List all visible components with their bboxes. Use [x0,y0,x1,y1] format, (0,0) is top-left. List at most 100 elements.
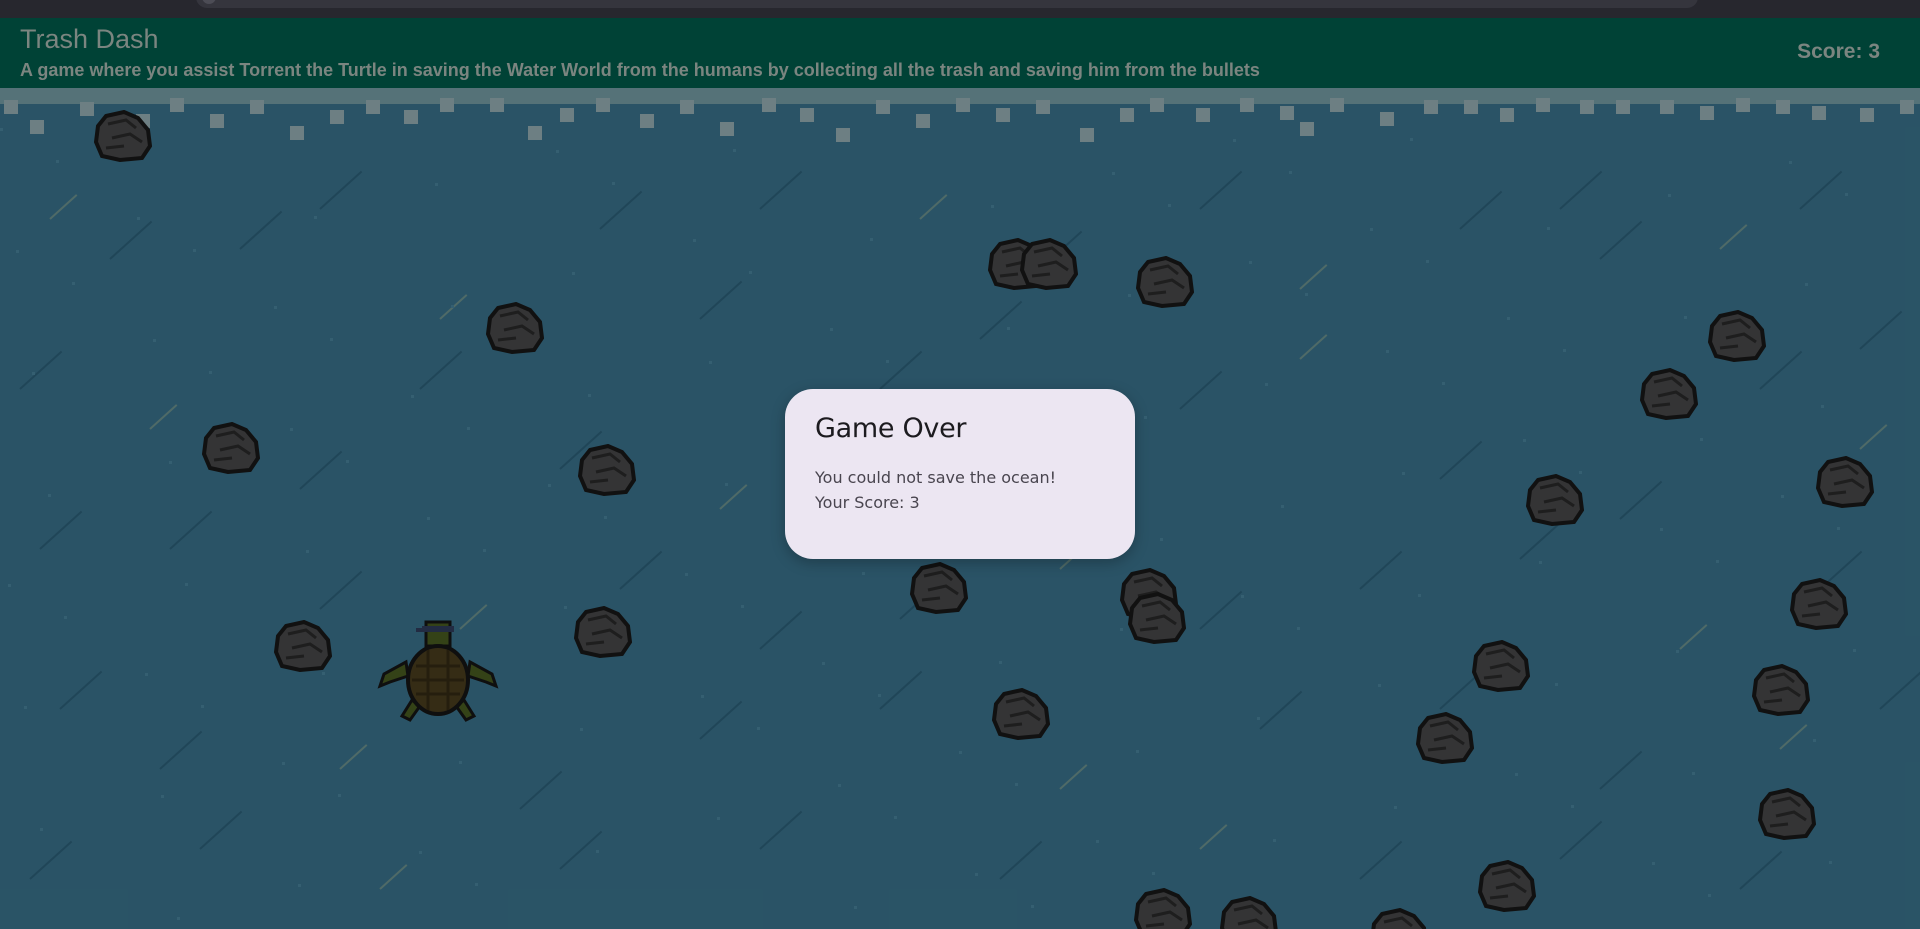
water-speck [435,183,438,186]
water-streak [1599,220,1643,260]
trash-rock-icon [1472,640,1530,692]
water-streak [719,484,748,510]
water-speck [1418,594,1421,597]
final-score: Your Score: 3 [815,493,920,512]
water-streak [29,840,73,880]
water-speck [1168,204,1171,207]
trash-rock-icon [910,562,968,614]
water-speck [886,360,889,363]
water-speck [959,751,962,754]
water-speck [1096,840,1099,843]
water-streak [1559,170,1603,210]
dialog-title: Game Over [815,413,967,444]
foam-tile [330,110,344,124]
water-speck [733,149,736,152]
foam-tile [1660,100,1674,114]
water-speck [209,371,212,374]
foam-tile [720,122,734,136]
trash-rock-icon [1790,578,1848,630]
water-streak [1459,190,1503,230]
water-speck [274,306,277,309]
water-speck [153,339,156,342]
water-streak [159,730,203,770]
water-streak [1059,764,1088,790]
foam-tile [836,128,850,142]
water-speck [612,182,615,185]
water-speck [1233,139,1236,142]
water-speck [822,662,825,665]
water-speck [1507,317,1510,320]
water-streak [919,194,948,220]
water-streak [49,194,78,220]
water-speck [709,361,712,364]
foam-tile [1280,106,1294,120]
trash-rock-icon [1371,908,1427,929]
foam-tile [1424,100,1438,114]
water-speck [24,706,27,709]
water-speck [282,762,285,765]
address-bar[interactable] [196,0,1698,8]
foam-tile [956,98,970,112]
trash-rock-icon [1752,664,1810,716]
water-speck [572,272,575,275]
water-streak [1199,170,1243,210]
water-speck [1402,472,1405,475]
water-streak [1799,170,1843,210]
water-streak [339,744,368,770]
water-speck [290,428,293,431]
water-speck [40,828,43,831]
water-speck [1426,260,1429,263]
water-speck [1160,538,1163,541]
foam-tile [210,114,224,128]
water-speck [693,239,696,242]
foam-tile [1464,100,1478,114]
foam-tile [560,108,574,122]
water-speck [1015,783,1018,786]
water-streak [379,864,408,890]
water-speck [145,673,148,676]
foam-tile [30,120,44,134]
water-speck [338,794,341,797]
water-streak [1359,550,1403,590]
water-speck [419,851,422,854]
water-streak [319,170,363,210]
water-streak [239,210,283,250]
water-speck [1241,595,1244,598]
app-subtitle: A game where you assist Torrent the Turt… [20,60,1260,80]
score-display: Score: 3 [1797,40,1880,63]
water-speck [757,727,760,730]
foam-tile [404,110,418,124]
foam-tile [1080,128,1094,142]
water-streak [1199,824,1228,850]
water-speck [1378,684,1381,687]
water-speck [1136,750,1139,753]
water-streak [699,700,743,740]
water-streak [599,190,643,230]
dialog-message: You could not save the ocean! [815,468,1057,487]
water-speck [1523,439,1526,442]
water-streak [1519,520,1563,560]
water-speck [1829,861,1832,864]
water-speck [1442,382,1445,385]
water-speck [483,549,486,552]
trash-rock-icon [1708,310,1766,362]
water-streak [419,350,463,390]
water-speck [1265,383,1268,386]
water-streak [1719,224,1748,250]
water-speck [193,249,196,252]
trash-rock-icon [274,620,332,672]
water-speck [1249,261,1252,264]
foam-tile [680,100,694,114]
water-speck [475,883,478,886]
water-streak [199,810,243,850]
water-streak [1779,724,1808,750]
site-info-icon[interactable] [202,0,216,4]
water-speck [701,695,704,698]
foam-tile [1380,112,1394,126]
water-streak [1859,424,1888,450]
trash-rock-icon [1220,896,1278,929]
water-speck [1031,905,1034,908]
water-speck [741,605,744,608]
foam-tile [640,114,654,128]
foam-tile [1736,98,1750,112]
